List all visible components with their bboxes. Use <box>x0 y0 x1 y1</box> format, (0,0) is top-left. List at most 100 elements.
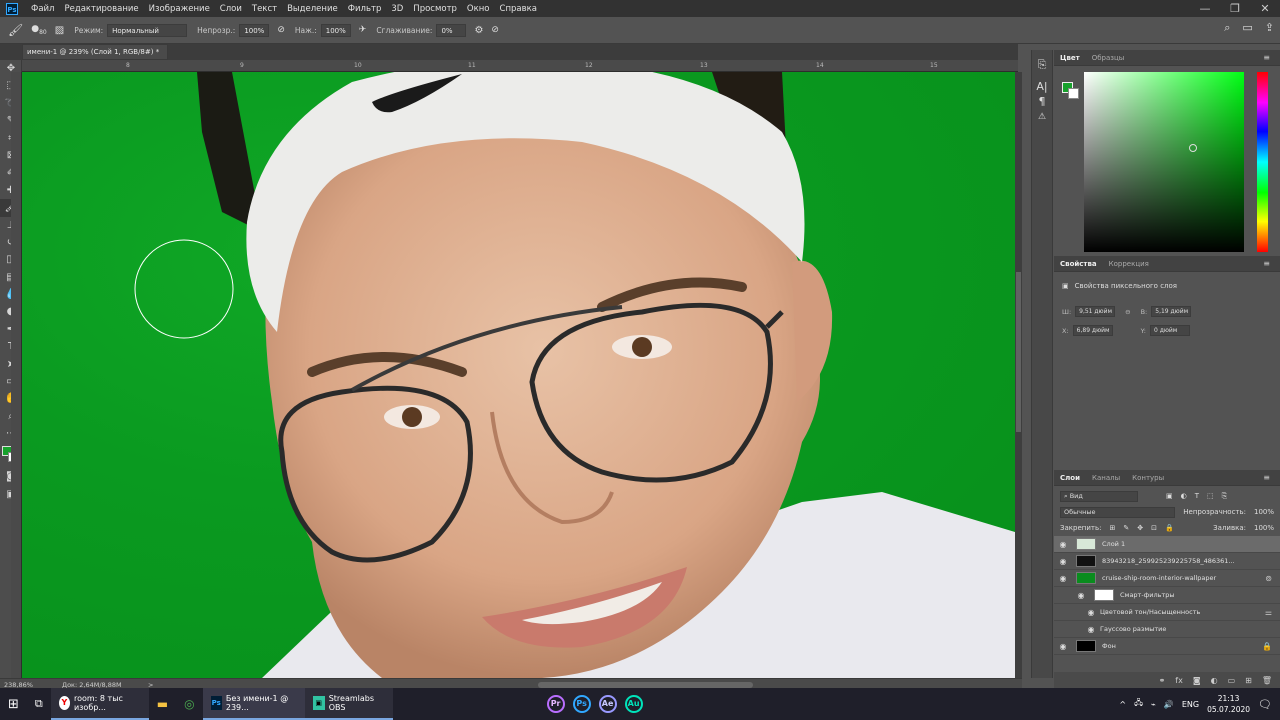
menu-select[interactable]: Выделение <box>282 4 343 14</box>
network-icon[interactable]: 🖧 <box>1134 697 1143 711</box>
clock[interactable]: 21:13 05.07.2020 <box>1207 693 1250 715</box>
eye-icon[interactable]: ◉ <box>1082 608 1100 617</box>
filter-row[interactable]: ◉ Цветовой тон/Насыщенность ⚌ <box>1054 604 1280 621</box>
menu-file[interactable]: Файл <box>26 4 59 14</box>
menu-window[interactable]: Окно <box>462 4 495 14</box>
menu-view[interactable]: Просмотр <box>408 4 462 14</box>
eye-icon[interactable]: ◉ <box>1054 540 1072 549</box>
pressure-size-icon[interactable]: ⊘ <box>491 25 499 35</box>
photoshop-logo[interactable]: Ps <box>6 2 18 15</box>
volume-icon[interactable]: 🔊 <box>1164 700 1174 709</box>
tray-chevron-icon[interactable]: ^ <box>1119 700 1126 709</box>
eye-icon[interactable]: ◉ <box>1054 574 1072 583</box>
lock-paint-icon[interactable]: ✎ <box>1123 524 1129 532</box>
tab-swatches[interactable]: Образцы <box>1086 54 1131 62</box>
layer-row[interactable]: ◉ cruise-ship-room-interior-wallpaper ⊚ <box>1054 570 1280 587</box>
adjustment-layer-icon[interactable]: ◐ <box>1211 676 1218 685</box>
document-canvas[interactable] <box>22 72 1015 678</box>
menu-image[interactable]: Изображение <box>144 4 215 14</box>
link-icon[interactable]: ⊖ <box>1125 308 1130 316</box>
filter-type-icon[interactable]: T <box>1195 492 1199 500</box>
minimize-button[interactable]: — <box>1190 0 1220 17</box>
lock-position-icon[interactable]: ✥ <box>1137 524 1143 532</box>
color-panel-background-swatch[interactable] <box>1068 88 1079 99</box>
gamut-warning-icon[interactable]: ⚠ <box>1032 112 1052 122</box>
lock-artboard-icon[interactable]: ⊡ <box>1151 524 1157 532</box>
layer-opacity-value[interactable]: 100% <box>1254 508 1274 516</box>
filter-smart-icon[interactable]: ⎘ <box>1222 492 1228 501</box>
tab-color[interactable]: Цвет <box>1054 54 1086 62</box>
lock-all-icon[interactable]: 🔒 <box>1165 524 1174 532</box>
filter-adjustment-icon[interactable]: ◐ <box>1181 492 1187 500</box>
filter-row[interactable]: ◉ Гауссово размытие <box>1054 621 1280 638</box>
close-button[interactable]: ✕ <box>1250 0 1280 17</box>
tab-properties[interactable]: Свойства <box>1054 260 1103 268</box>
scrollbar-thumb[interactable] <box>1016 272 1021 432</box>
notifications-icon[interactable]: 🗨 <box>1258 698 1272 711</box>
language-indicator[interactable]: ENG <box>1182 700 1199 709</box>
delete-layer-icon[interactable]: 🗑 <box>1262 676 1272 685</box>
panel-menu-icon[interactable]: ≡ <box>1257 53 1276 62</box>
width-input[interactable]: 9,51 дюйм <box>1075 306 1116 317</box>
menu-type[interactable]: Текст <box>247 4 282 14</box>
layer-row[interactable]: ◉ 83943218_259925239225758_486361... <box>1054 553 1280 570</box>
paragraph-icon[interactable]: ¶ <box>1032 95 1052 108</box>
brush-settings-icon[interactable]: ▨ <box>55 25 64 36</box>
restore-button[interactable]: ❐ <box>1220 0 1250 17</box>
pressure-opacity-icon[interactable]: ⊘ <box>277 25 285 35</box>
x-input[interactable]: 6,89 дюйм <box>1072 325 1113 336</box>
color-picker-marker[interactable] <box>1189 144 1197 152</box>
opacity-input[interactable]: 100% <box>239 23 270 37</box>
audition-icon[interactable]: Au <box>624 695 643 713</box>
lock-transparency-icon[interactable]: ⊞ <box>1109 524 1115 532</box>
mode-select[interactable]: Нормальный <box>107 23 188 37</box>
character-icon[interactable]: A| <box>1032 80 1052 93</box>
new-group-icon[interactable]: ▭ <box>1228 676 1236 685</box>
smoothing-input[interactable]: 0% <box>436 23 467 37</box>
pressure-input[interactable]: 100% <box>320 23 351 37</box>
taskbar-item-obs[interactable]: ▣ Streamlabs OBS <box>304 688 393 720</box>
filter-options-icon[interactable]: ⚌ <box>1265 608 1272 617</box>
menu-3d[interactable]: 3D <box>386 4 408 14</box>
menu-help[interactable]: Справка <box>495 4 542 14</box>
tab-adjustments[interactable]: Коррекция <box>1103 260 1155 268</box>
file-explorer-icon[interactable]: ▬ <box>149 688 176 720</box>
brush-tool-icon[interactable]: 🖌 <box>8 23 23 37</box>
taskbar-item-browser[interactable]: Y room: 8 тыс изобр... <box>50 688 149 720</box>
power-icon[interactable]: ⌁ <box>1151 700 1156 709</box>
add-mask-icon[interactable]: ◙ <box>1193 676 1201 685</box>
photoshop-pinned-icon[interactable]: Ps <box>572 695 591 713</box>
windows-start-icon[interactable]: ⊞ <box>0 688 27 720</box>
fx-icon[interactable]: fx <box>1175 676 1183 685</box>
search-icon[interactable]: ⌕ <box>1224 21 1230 35</box>
color-field[interactable] <box>1084 72 1244 252</box>
workspace-icon[interactable]: ▭ <box>1242 21 1252 35</box>
menu-edit[interactable]: Редактирование <box>59 4 143 14</box>
canvas-vertical-scrollbar[interactable] <box>1015 72 1022 678</box>
history-icon[interactable]: ⎘ <box>1032 58 1052 72</box>
tab-paths[interactable]: Контуры <box>1126 474 1170 482</box>
menu-filter[interactable]: Фильтр <box>343 4 387 14</box>
menu-layers[interactable]: Слои <box>215 4 247 14</box>
link-layers-icon[interactable]: ⚭ <box>1159 676 1166 685</box>
y-input[interactable]: 0 дюйм <box>1149 325 1190 336</box>
height-input[interactable]: 5,19 дюйм <box>1151 306 1192 317</box>
blend-mode-select[interactable]: Обычные <box>1060 506 1176 518</box>
task-view-icon[interactable]: ⧉ <box>27 688 51 720</box>
filter-shape-icon[interactable]: ⬚ <box>1207 492 1214 500</box>
filter-pixel-icon[interactable]: ▣ <box>1166 492 1173 500</box>
layer-row[interactable]: ◉ Смарт-фильтры <box>1054 587 1280 604</box>
layer-row[interactable]: ◉ Фон 🔒 <box>1054 638 1280 655</box>
after-effects-icon[interactable]: Ae <box>598 695 617 713</box>
tab-channels[interactable]: Каналы <box>1086 474 1126 482</box>
fill-value[interactable]: 100% <box>1254 524 1274 532</box>
tab-layers[interactable]: Слои <box>1054 474 1086 482</box>
gear-icon[interactable]: ⚙ <box>474 25 483 36</box>
share-icon[interactable]: ⇪ <box>1265 21 1274 35</box>
panel-menu-icon[interactable]: ≡ <box>1257 259 1276 268</box>
eye-icon[interactable]: ◉ <box>1054 557 1072 566</box>
brush-preset-picker[interactable]: ●80 <box>31 24 47 36</box>
taskbar-item-photoshop[interactable]: Ps Без имени-1 @ 239... <box>202 688 305 720</box>
hue-slider[interactable] <box>1257 72 1268 252</box>
eye-icon[interactable]: ◉ <box>1054 642 1072 651</box>
